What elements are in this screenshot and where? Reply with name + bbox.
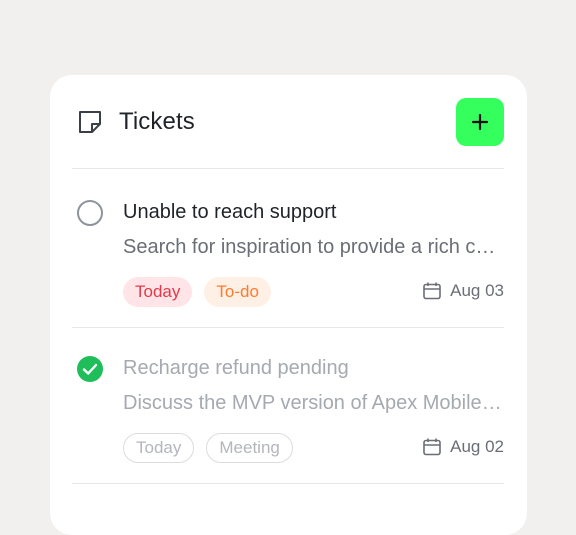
ticket-item[interactable]: Unable to reach support Search for inspi… xyxy=(72,169,504,324)
ticket-title: Recharge refund pending xyxy=(123,357,349,379)
sticky-note-icon xyxy=(77,109,103,135)
calendar-icon xyxy=(423,282,441,300)
calendar-icon xyxy=(423,438,441,456)
ticket-description: Search for inspiration to provide a rich… xyxy=(123,236,503,258)
tag-today[interactable]: Today xyxy=(123,277,193,307)
ticket-date: Aug 03 xyxy=(422,281,504,301)
ticket-description: Discuss the MVP version of Apex Mobile a… xyxy=(123,392,503,414)
ticket-item[interactable]: Recharge refund pending Discuss the MVP … xyxy=(72,325,504,480)
ticket-tags: Today Meeting xyxy=(123,433,293,463)
card-header: Tickets xyxy=(72,98,504,146)
ticket-tags: Today To-do xyxy=(123,277,271,307)
ticket-date: Aug 02 xyxy=(422,437,504,457)
tag-today[interactable]: Today xyxy=(123,433,195,463)
add-ticket-button[interactable] xyxy=(456,98,504,146)
tag-meeting[interactable]: Meeting xyxy=(206,433,293,463)
tickets-card: Tickets Unable to reach support Search f… xyxy=(50,75,527,535)
card-title: Tickets xyxy=(119,108,195,135)
ticket-date-text: Aug 02 xyxy=(450,437,504,456)
tag-to-do[interactable]: To-do xyxy=(204,277,271,307)
ticket-date-text: Aug 03 xyxy=(450,281,504,300)
check-circle-icon[interactable] xyxy=(76,355,104,383)
ticket-title: Unable to reach support xyxy=(123,201,337,223)
status-circle-icon[interactable] xyxy=(76,199,104,227)
plus-icon xyxy=(471,113,489,131)
divider xyxy=(72,483,504,484)
